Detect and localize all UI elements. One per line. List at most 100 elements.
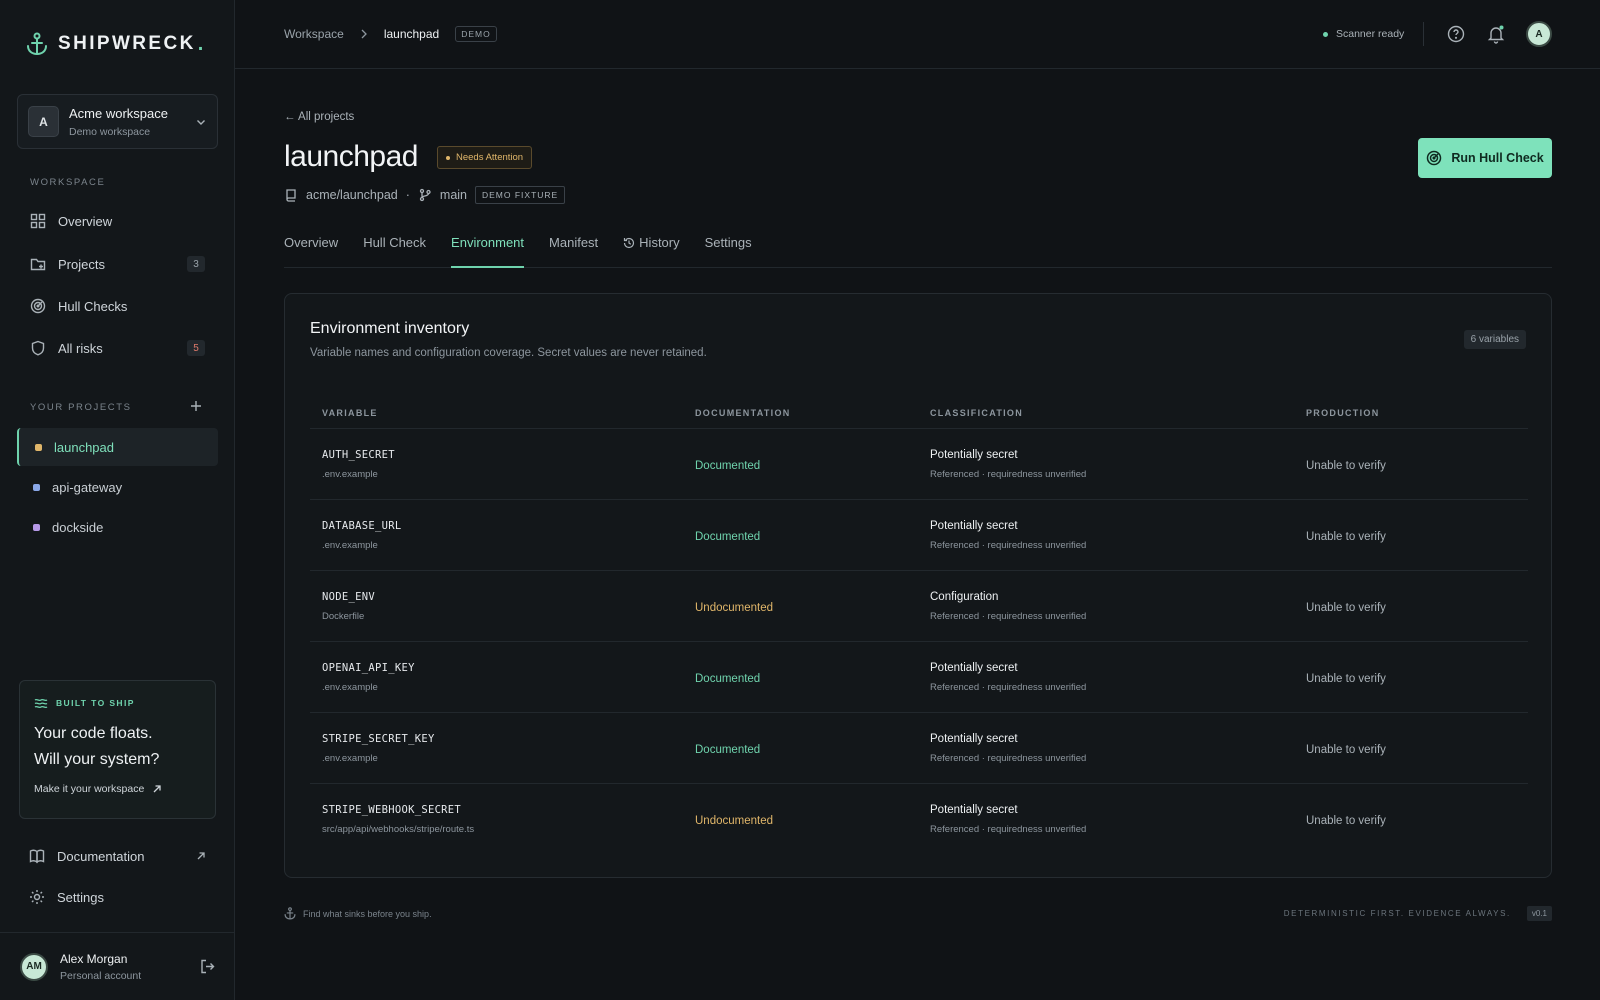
repo-meta: acme/launchpad · main DEMO FIXTURE: [284, 186, 566, 204]
demo-fixture-badge: DEMO FIXTURE: [475, 186, 566, 204]
user-account: AM Alex Morgan Personal account: [0, 932, 235, 1000]
version-badge: v0.1: [1526, 906, 1552, 921]
workspace-avatar: A: [28, 106, 59, 137]
page-footer: Find what sinks before you ship. DETERMI…: [284, 906, 1552, 921]
table-body: AUTH_SECRET .env.example Documented Poten…: [310, 428, 1528, 854]
tab-manifest[interactable]: Manifest: [549, 228, 598, 268]
column-header-documentation: DOCUMENTATION: [695, 408, 791, 418]
promo-link[interactable]: Make it your workspace: [34, 783, 201, 795]
brand-logo[interactable]: SHIPWRECK .: [26, 32, 203, 56]
project-item-launchpad[interactable]: launchpad: [17, 428, 218, 466]
waves-icon: [34, 697, 48, 709]
user-avatar-top[interactable]: A: [1526, 21, 1552, 47]
classification-detail: Referenced · requiredness unverified: [930, 823, 1087, 835]
production-status: Unable to verify: [1306, 743, 1386, 756]
promo-link-label: Make it your workspace: [34, 783, 145, 795]
anchor-icon: [284, 907, 296, 920]
back-to-projects-link[interactable]: ← All projects: [284, 111, 354, 123]
page-title: launchpad: [284, 140, 418, 173]
project-label: dockside: [52, 519, 104, 535]
tab-overview[interactable]: Overview: [284, 228, 338, 268]
divider: [1423, 22, 1424, 46]
help-icon[interactable]: [1444, 22, 1468, 46]
table-row[interactable]: OPENAI_API_KEY .env.example Documented Po…: [310, 641, 1528, 712]
promo-tag: BUILT TO SHIP: [56, 698, 135, 708]
meta-separator: ·: [405, 188, 410, 202]
promo-line-1: Your code floats.: [34, 725, 153, 742]
breadcrumb-workspace[interactable]: Workspace: [284, 27, 344, 41]
tab-history[interactable]: History: [623, 228, 680, 268]
table-header: VARIABLE DOCUMENTATION CLASSIFICATION PR…: [310, 398, 1528, 428]
bell-icon[interactable]: [1484, 22, 1508, 46]
classification-detail: Referenced · requiredness unverified: [930, 752, 1087, 764]
variable-name: OPENAI_API_KEY: [322, 661, 415, 674]
project-color-dot: [35, 443, 42, 451]
documentation-status: Undocumented: [695, 814, 773, 827]
grid-icon: [30, 213, 46, 229]
chevron-right-icon: [360, 29, 368, 39]
radar-icon: [1426, 150, 1442, 166]
column-header-variable: VARIABLE: [322, 408, 378, 418]
table-row[interactable]: STRIPE_SECRET_KEY .env.example Documented…: [310, 712, 1528, 783]
sidebar-item-projects[interactable]: Projects 3: [17, 245, 218, 283]
variable-name: DATABASE_URL: [322, 519, 402, 532]
workspace-section-label: WORKSPACE: [30, 177, 106, 188]
variable-count-badge: 6 variables: [1463, 330, 1526, 349]
status-dot: [1323, 31, 1328, 37]
settings-label: Settings: [57, 889, 104, 905]
sidebar-item-overview[interactable]: Overview: [17, 202, 218, 240]
settings-link[interactable]: Settings: [17, 880, 218, 914]
variable-name: STRIPE_SECRET_KEY: [322, 732, 435, 745]
classification-detail: Referenced · requiredness unverified: [930, 539, 1087, 551]
project-tabs: Overview Hull Check Environment Manifest…: [284, 228, 1552, 268]
table-row[interactable]: DATABASE_URL .env.example Documented Pote…: [310, 499, 1528, 570]
project-color-dot: [33, 483, 40, 491]
tab-label: Settings: [704, 235, 752, 250]
run-hull-check-button[interactable]: Run Hull Check: [1418, 138, 1552, 178]
arrow-up-right-icon: [152, 784, 162, 794]
variable-source: .env.example: [322, 752, 378, 764]
breadcrumb: Workspace launchpad DEMO: [284, 26, 497, 42]
tab-settings[interactable]: Settings: [705, 228, 752, 268]
project-label: launchpad: [54, 439, 114, 455]
sidebar-item-hull-checks[interactable]: Hull Checks: [17, 287, 218, 325]
scanner-status-label: Scanner ready: [1336, 28, 1405, 40]
classification-detail: Referenced · requiredness unverified: [930, 610, 1087, 622]
repo-name[interactable]: acme/launchpad: [306, 188, 398, 202]
project-item-dockside[interactable]: dockside: [17, 508, 218, 546]
plus-icon[interactable]: [190, 400, 202, 412]
table-row[interactable]: STRIPE_WEBHOOK_SECRET src/app/api/webhook…: [310, 783, 1528, 854]
projects-count-badge: 3: [187, 256, 205, 272]
tab-label: Manifest: [549, 235, 599, 250]
variable-name: STRIPE_WEBHOOK_SECRET: [322, 803, 462, 816]
documentation-label: Documentation: [57, 848, 145, 864]
project-item-api-gateway[interactable]: api-gateway: [17, 468, 218, 506]
sidebar-item-label: Projects: [58, 256, 105, 272]
documentation-link[interactable]: Documentation: [17, 839, 218, 873]
variable-source: .env.example: [322, 468, 378, 480]
brand-dot: .: [197, 32, 204, 55]
documentation-status: Documented: [695, 530, 761, 543]
anchor-icon: [26, 32, 48, 56]
promo-line-2: Will your system?: [34, 751, 160, 768]
tab-environment[interactable]: Environment: [451, 228, 525, 268]
promo-card: BUILT TO SHIP Your code floats. Will you…: [19, 680, 216, 819]
table-row[interactable]: AUTH_SECRET .env.example Documented Poten…: [310, 428, 1528, 499]
table-row[interactable]: NODE_ENV Dockerfile Undocumented Configur…: [310, 570, 1528, 641]
user-sub: Personal account: [60, 969, 142, 982]
tab-label: Hull Check: [363, 235, 427, 250]
classification-detail: Referenced · requiredness unverified: [930, 681, 1087, 693]
variable-name: NODE_ENV: [322, 590, 375, 603]
sidebar-item-all-risks[interactable]: All risks 5: [17, 329, 218, 367]
tab-hull-check[interactable]: Hull Check: [363, 228, 426, 268]
variable-source: .env.example: [322, 681, 378, 693]
workspace-switcher[interactable]: A Acme workspace Demo workspace: [17, 94, 218, 149]
topbar: Workspace launchpad DEMO Scanner ready A: [235, 0, 1600, 69]
production-status: Unable to verify: [1306, 601, 1386, 614]
variable-source: src/app/api/webhooks/stripe/route.ts: [322, 823, 475, 835]
sidebar-item-label: Overview: [58, 213, 113, 229]
footer-tagline: Find what sinks before you ship.: [303, 908, 432, 919]
user-avatar[interactable]: AM: [20, 952, 48, 981]
classification: Potentially secret: [930, 661, 1018, 674]
logout-icon[interactable]: [200, 959, 215, 974]
